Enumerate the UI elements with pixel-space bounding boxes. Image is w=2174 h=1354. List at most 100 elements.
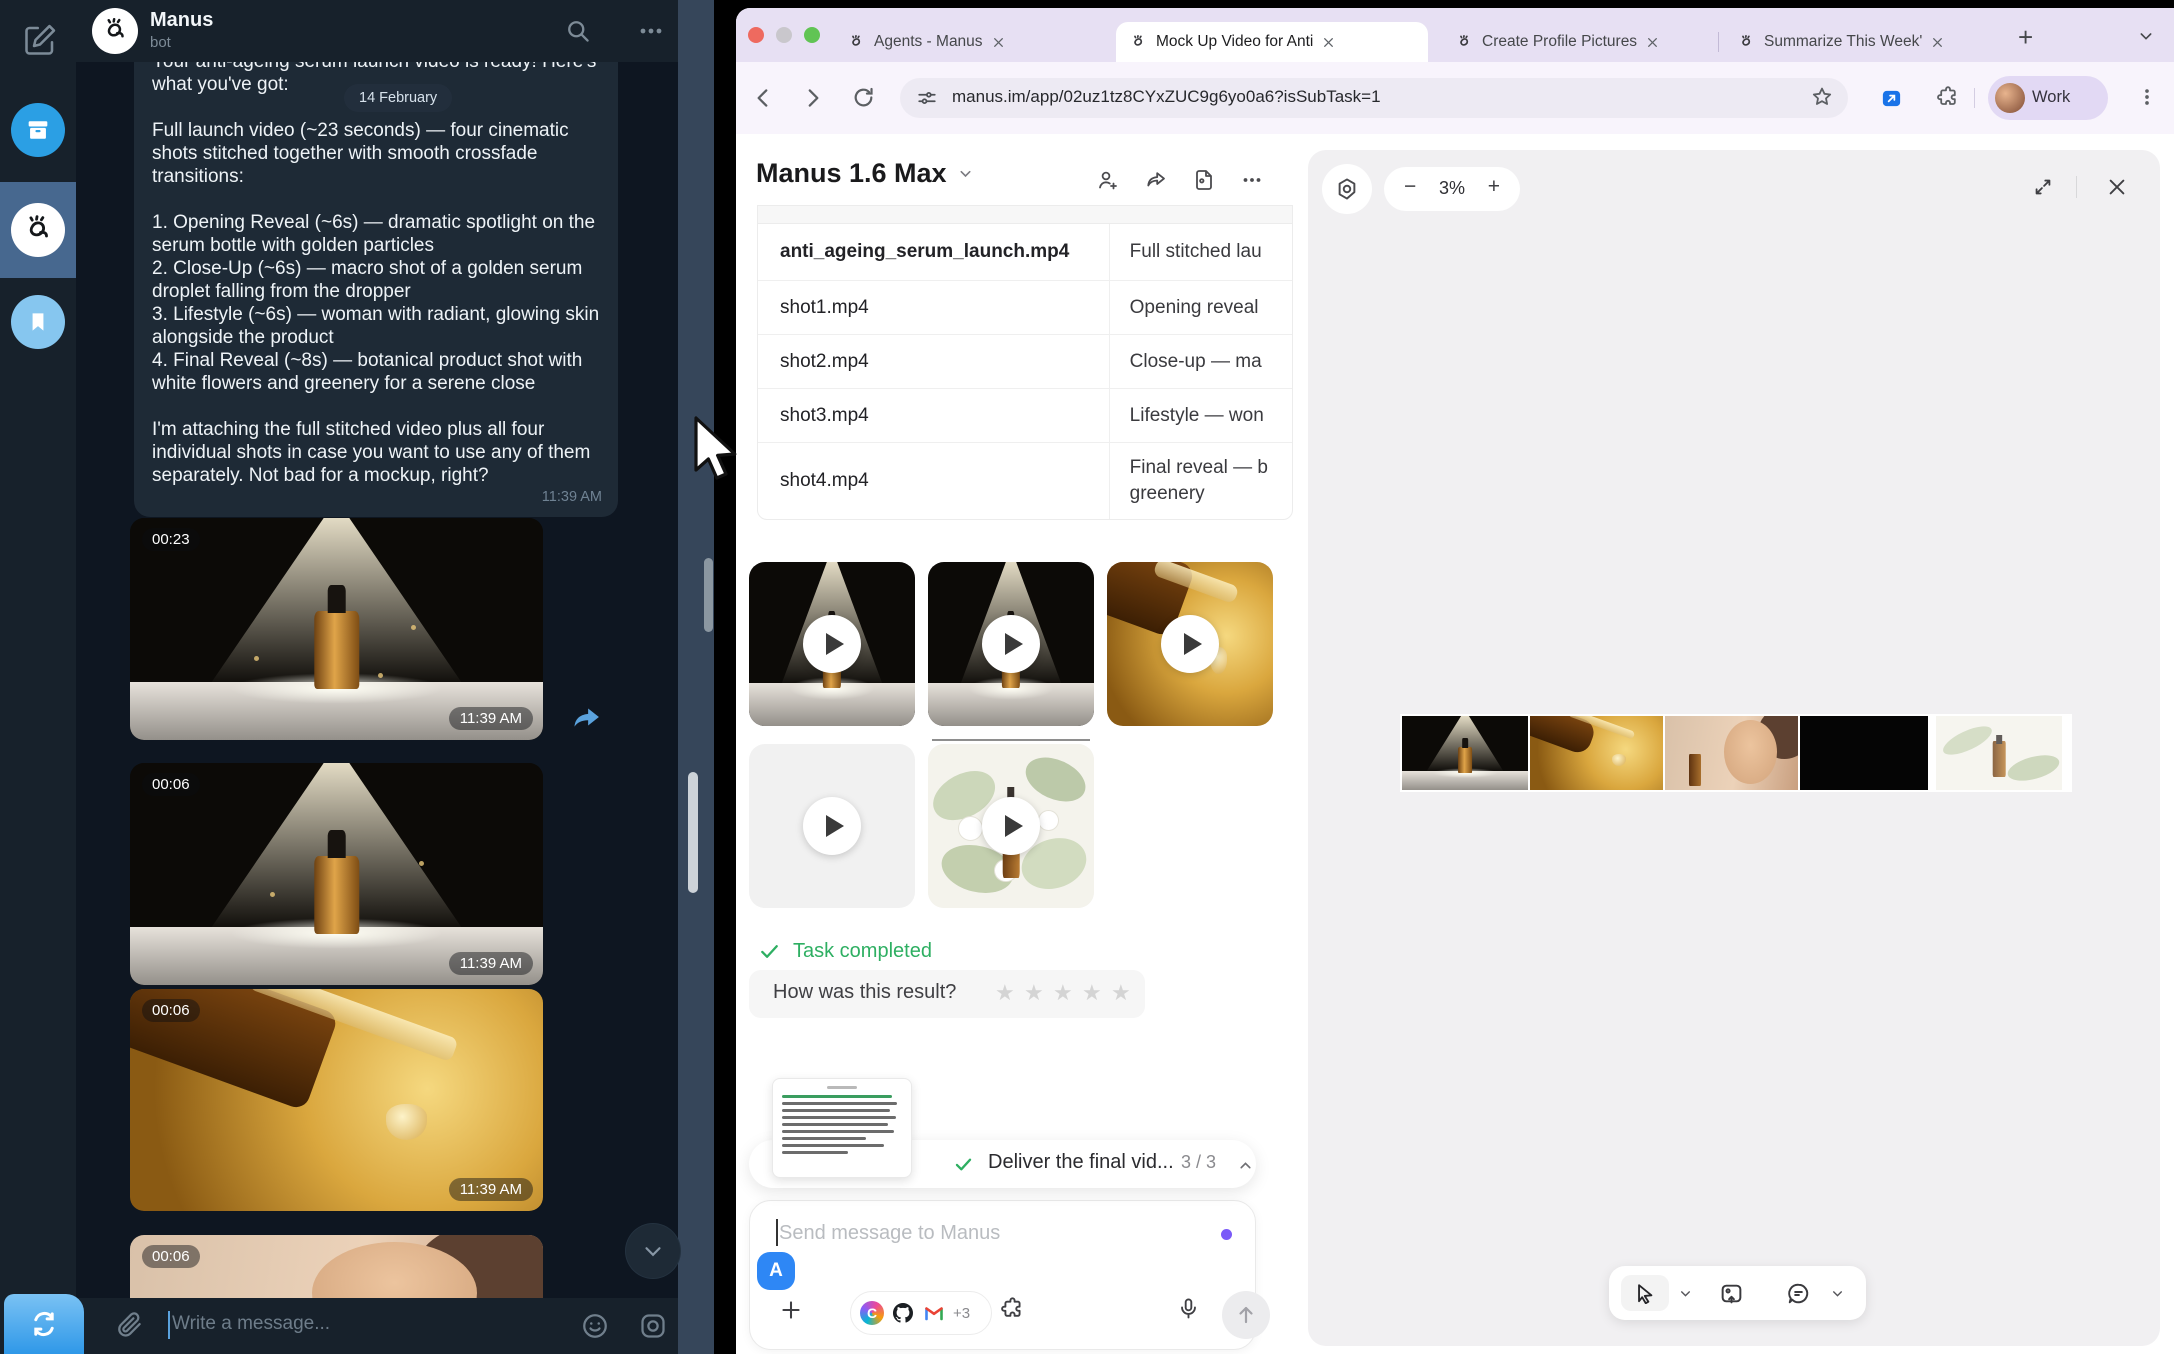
extensions-puzzle-icon[interactable]	[1936, 85, 1960, 109]
chevron-down-icon	[640, 1238, 666, 1264]
video-tile-3[interactable]	[1107, 562, 1273, 726]
emoji-icon[interactable]	[580, 1311, 610, 1341]
tab-mock-up-video[interactable]: Mock Up Video for Anti	[1116, 22, 1428, 62]
message-scrollbar-thumb[interactable]	[704, 558, 713, 632]
close-panel-icon[interactable]	[2106, 176, 2128, 198]
share-icon[interactable]	[1144, 168, 1168, 192]
table-row[interactable]: shot1.mp4 Opening reveal	[758, 281, 1292, 335]
tab-close-icon[interactable]	[1931, 36, 1944, 49]
compose-icon[interactable]	[22, 22, 58, 58]
tab-close-icon[interactable]	[1646, 36, 1659, 49]
rating-question: How was this result?	[773, 981, 956, 1004]
play-icon[interactable]	[982, 797, 1040, 855]
video-tile-5[interactable]	[928, 744, 1094, 908]
video-tile-4[interactable]	[749, 744, 915, 908]
send-button[interactable]	[1222, 1291, 1270, 1339]
telegram-message-input[interactable]: Write a message...	[172, 1313, 330, 1335]
microphone-icon[interactable]	[1176, 1296, 1201, 1321]
new-tab-button[interactable]: +	[2018, 22, 2033, 53]
side-panel-icon[interactable]	[1880, 87, 1903, 110]
message-paragraph-list: 1. Opening Reveal (~6s) — dramatic spotl…	[152, 211, 600, 395]
back-icon[interactable]	[750, 85, 776, 111]
video-message-3[interactable]: 00:06 11:39 AM	[130, 989, 543, 1211]
manus-message-input[interactable]: Send message to Manus	[779, 1222, 1000, 1245]
table-row[interactable]: shot3.mp4 Lifestyle — won	[758, 389, 1292, 443]
tab-close-icon[interactable]	[992, 36, 1005, 49]
bookmark-icon	[25, 309, 51, 335]
tab-divider	[1718, 32, 1719, 52]
tab-create-profile-pictures[interactable]: Create Profile Pictures	[1442, 22, 1712, 62]
video-tile-2[interactable]	[928, 562, 1094, 726]
profile-button[interactable]: Work	[1988, 76, 2108, 120]
maximize-window-button[interactable]	[804, 27, 820, 43]
model-selector[interactable]: Manus 1.6 Max	[756, 158, 974, 189]
chat-menu-icon[interactable]	[638, 24, 664, 38]
file-description: Close-up — ma	[1109, 335, 1292, 388]
chat-title: Manus	[150, 9, 213, 32]
window-scrollbar-thumb[interactable]	[688, 772, 698, 893]
forward-icon[interactable]	[800, 85, 826, 111]
play-icon[interactable]	[982, 615, 1040, 673]
play-icon[interactable]	[803, 615, 861, 673]
play-icon[interactable]	[1161, 615, 1219, 673]
tools-puzzle-icon[interactable]	[1000, 1296, 1025, 1321]
chevron-up-icon[interactable]	[1237, 1157, 1254, 1174]
reload-icon[interactable]	[851, 85, 876, 110]
tab-summarize-week[interactable]: Summarize This Week'	[1724, 22, 2000, 62]
chat-header-avatar[interactable]	[92, 8, 138, 54]
chat-options-chevron-icon[interactable]	[1831, 1287, 1844, 1300]
expand-icon[interactable]	[2032, 176, 2054, 198]
bookmark-star-icon[interactable]	[1810, 85, 1834, 109]
invite-user-icon[interactable]	[1096, 168, 1120, 192]
check-icon	[953, 1154, 974, 1175]
video-message-1[interactable]: 00:23 11:39 AM	[130, 518, 543, 740]
pointer-options-chevron-icon[interactable]	[1679, 1287, 1692, 1300]
more-options-icon[interactable]	[1240, 168, 1264, 192]
search-icon[interactable]	[564, 17, 592, 45]
chat-subtitle: bot	[150, 34, 171, 51]
connected-apps-pill[interactable]: C +3	[850, 1291, 992, 1335]
star-icon[interactable]: ★	[995, 980, 1015, 1006]
video-tile-1[interactable]	[749, 562, 915, 726]
add-attachment-button[interactable]	[778, 1297, 804, 1323]
chat-tool-icon[interactable]	[1786, 1281, 1811, 1306]
archived-chats-button[interactable]	[11, 103, 65, 157]
new-document-icon[interactable]	[1192, 168, 1216, 192]
tab-title: Summarize This Week'	[1764, 33, 1922, 51]
attach-icon[interactable]	[114, 1310, 144, 1340]
filmstrip-frame-1	[1402, 716, 1528, 790]
pointer-icon	[1634, 1282, 1656, 1304]
close-window-button[interactable]	[748, 27, 764, 43]
minimize-window-button[interactable]	[776, 27, 792, 43]
star-icon[interactable]: ★	[1082, 980, 1102, 1006]
manus-logo-icon	[21, 213, 55, 247]
check-icon	[758, 940, 781, 963]
zoom-in-button[interactable]: +	[1488, 175, 1500, 199]
image-upload-tool-icon[interactable]	[1719, 1281, 1744, 1306]
tab-agents-manus[interactable]: Agents - Manus	[834, 22, 1102, 62]
browser-menu-icon[interactable]	[2136, 86, 2158, 108]
star-icon[interactable]: ★	[1111, 980, 1131, 1006]
star-icon[interactable]: ★	[1053, 980, 1073, 1006]
play-icon[interactable]	[803, 797, 861, 855]
site-settings-icon[interactable]	[916, 87, 938, 109]
pointer-tool-button[interactable]	[1621, 1275, 1669, 1311]
table-row[interactable]: shot4.mp4 Final reveal — b greenery	[758, 443, 1292, 519]
manus-favicon	[848, 34, 865, 51]
sidebar-item-manus-chat[interactable]	[11, 203, 65, 257]
tab-close-icon[interactable]	[1322, 36, 1335, 49]
scroll-to-bottom-button[interactable]	[625, 1223, 681, 1279]
table-row[interactable]: shot2.mp4 Close-up — ma	[758, 335, 1292, 389]
address-bar[interactable]: manus.im/app/02uz1tz8CYxZUC9g6yo0a6?isSu…	[900, 78, 1848, 118]
forward-arrow-icon[interactable]	[570, 700, 604, 734]
file-name: shot2.mp4	[758, 351, 1109, 373]
video-note-icon[interactable]	[638, 1311, 668, 1341]
saved-messages-button[interactable]	[11, 295, 65, 349]
video-message-2[interactable]: 00:06 11:39 AM	[130, 763, 543, 985]
file-name: shot1.mp4	[758, 297, 1109, 319]
view-settings-button[interactable]	[1322, 164, 1372, 214]
table-row[interactable]: anti_ageing_serum_launch.mp4 Full stitch…	[758, 224, 1292, 281]
tab-list-chevron-icon[interactable]	[2138, 28, 2154, 44]
terminal-screenshot-thumbnail[interactable]	[772, 1078, 912, 1178]
star-icon[interactable]: ★	[1024, 980, 1044, 1006]
